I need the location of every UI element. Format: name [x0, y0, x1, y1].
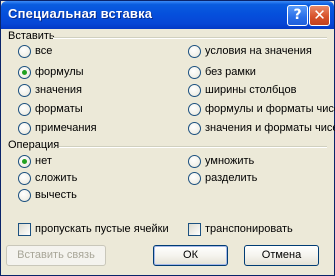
radio-label: нет — [35, 155, 52, 167]
radio-label: умножить — [205, 155, 255, 167]
paste-special-dialog: Специальная вставка ? ✕ Вставить все фор… — [0, 0, 335, 276]
radio-button[interactable] — [188, 66, 201, 79]
radio-label: разделить — [205, 172, 258, 184]
transpose-label: транспонировать — [205, 223, 293, 235]
radio-button[interactable] — [18, 45, 31, 58]
radio-label: ширины столбцов — [205, 84, 297, 96]
skip-blanks-label: пропускать пустые ячейки — [35, 223, 169, 235]
paste-link-button[interactable]: Вставить связь — [6, 245, 106, 266]
radio-label: формулы и форматы чисел — [205, 103, 335, 115]
radio-button[interactable] — [18, 189, 31, 202]
skip-blanks-checkbox[interactable] — [18, 223, 31, 236]
radio-label: значения — [35, 84, 83, 96]
dialog-body: Вставить все формулы значения форматы пр… — [1, 29, 335, 275]
radio-button[interactable] — [18, 103, 31, 116]
transpose-checkbox[interactable] — [188, 223, 201, 236]
radio-label: сложить — [35, 172, 78, 184]
radio-label: все — [35, 45, 53, 57]
radio-button[interactable] — [18, 122, 31, 135]
title-bar[interactable]: Специальная вставка ? ✕ — [1, 1, 334, 29]
help-icon: ? — [293, 7, 302, 23]
radio-button[interactable] — [188, 172, 201, 185]
radio-label: форматы — [35, 103, 83, 115]
paste-group-label: Вставить — [8, 30, 55, 42]
radio-button[interactable] — [188, 84, 201, 97]
radio-label: вычесть — [35, 189, 77, 201]
cancel-button[interactable]: Отмена — [244, 245, 319, 266]
close-icon: ✕ — [313, 6, 326, 24]
close-button[interactable]: ✕ — [309, 5, 330, 26]
paste-group-divider — [53, 37, 327, 39]
radio-label: условия на значения — [205, 45, 312, 57]
operation-group-label: Операция — [8, 139, 60, 151]
radio-label: формулы — [35, 66, 84, 78]
radio-label: примечания — [35, 122, 97, 134]
radio-label: без рамки — [205, 66, 256, 78]
radio-button[interactable] — [18, 172, 31, 185]
radio-button[interactable] — [188, 155, 201, 168]
help-button[interactable]: ? — [287, 5, 308, 26]
radio-button[interactable] — [188, 45, 201, 58]
radio-button[interactable] — [18, 84, 31, 97]
radio-button[interactable] — [188, 103, 201, 116]
ok-button[interactable]: ОК — [153, 245, 228, 266]
window-title: Специальная вставка — [8, 6, 153, 21]
operation-group-divider — [59, 146, 327, 148]
radio-button[interactable] — [18, 155, 31, 168]
radio-label: значения и форматы чисел — [205, 122, 335, 134]
radio-button[interactable] — [188, 122, 201, 135]
radio-button[interactable] — [18, 66, 31, 79]
